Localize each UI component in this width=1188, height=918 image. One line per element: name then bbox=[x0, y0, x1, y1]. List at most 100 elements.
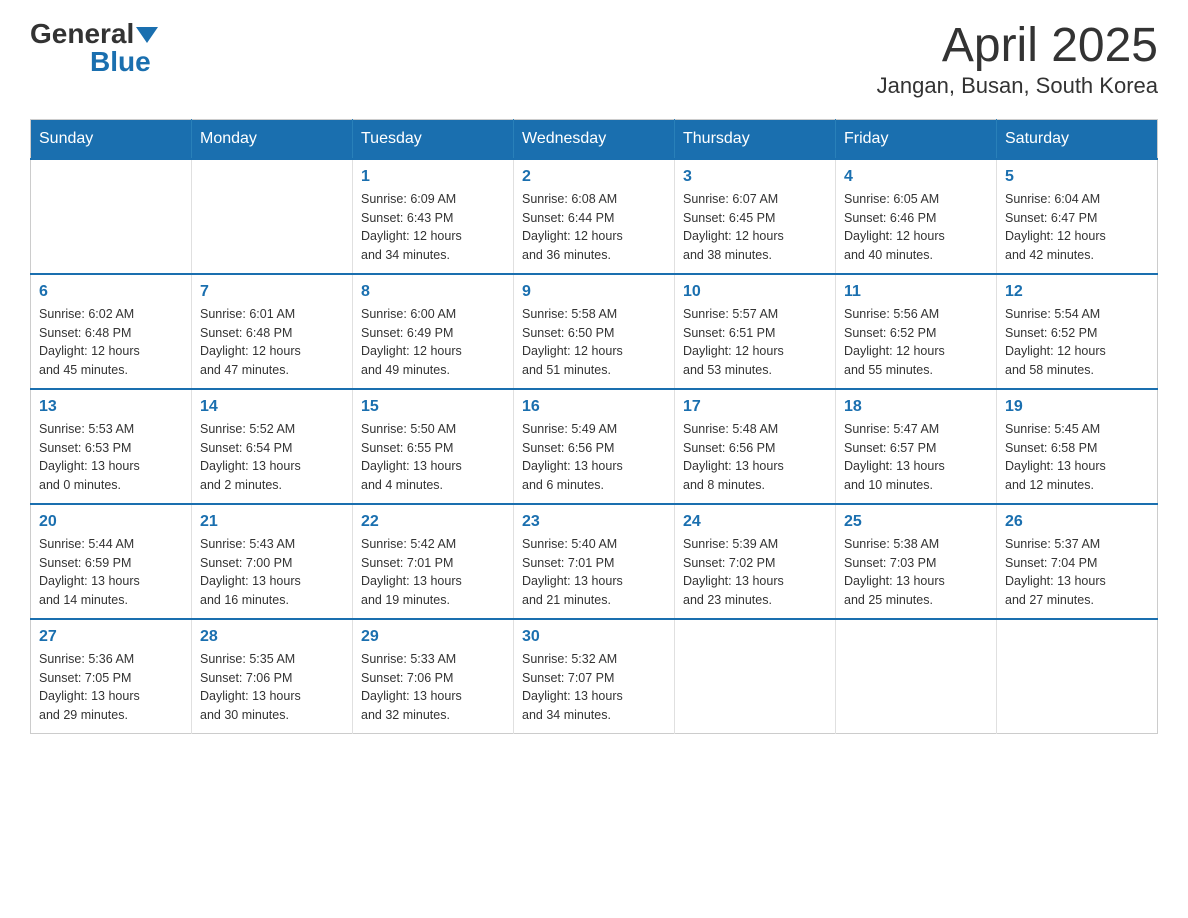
calendar-cell: 28 Sunrise: 5:35 AMSunset: 7:06 PMDayligh… bbox=[192, 619, 353, 734]
calendar-table: SundayMondayTuesdayWednesdayThursdayFrid… bbox=[30, 119, 1158, 734]
day-info: Sunrise: 5:44 AMSunset: 6:59 PMDaylight:… bbox=[39, 535, 183, 610]
calendar-cell: 25 Sunrise: 5:38 AMSunset: 7:03 PMDayligh… bbox=[836, 504, 997, 619]
calendar-cell: 6Sunrise: 6:02 AMSunset: 6:48 PMDaylight… bbox=[31, 274, 192, 389]
day-info: Sunrise: 5:56 AMSunset: 6:52 PMDaylight:… bbox=[844, 305, 988, 380]
logo-blue: Blue bbox=[90, 48, 151, 76]
day-info: Sunrise: 6:00 AMSunset: 6:49 PMDaylight:… bbox=[361, 305, 505, 380]
day-info: Sunrise: 6:04 AMSunset: 6:47 PMDaylight:… bbox=[1005, 190, 1149, 265]
calendar-header-monday: Monday bbox=[192, 119, 353, 159]
day-number: 14 bbox=[200, 398, 344, 416]
day-number: 10 bbox=[683, 283, 827, 301]
day-info: Sunrise: 5:50 AMSunset: 6:55 PMDaylight:… bbox=[361, 420, 505, 495]
day-info: Sunrise: 5:52 AMSunset: 6:54 PMDaylight:… bbox=[200, 420, 344, 495]
calendar-cell: 16Sunrise: 5:49 AMSunset: 6:56 PMDayligh… bbox=[514, 389, 675, 504]
day-info: Sunrise: 5:43 AMSunset: 7:00 PMDaylight:… bbox=[200, 535, 344, 610]
calendar-cell: 18Sunrise: 5:47 AMSunset: 6:57 PMDayligh… bbox=[836, 389, 997, 504]
calendar-cell: 15 Sunrise: 5:50 AMSunset: 6:55 PMDayligh… bbox=[353, 389, 514, 504]
calendar-header-friday: Friday bbox=[836, 119, 997, 159]
day-info: Sunrise: 5:42 AMSunset: 7:01 PMDaylight:… bbox=[361, 535, 505, 610]
day-number: 12 bbox=[1005, 283, 1149, 301]
day-info: Sunrise: 5:35 AMSunset: 7:06 PMDaylight:… bbox=[200, 650, 344, 725]
day-info: Sunrise: 5:37 AMSunset: 7:04 PMDaylight:… bbox=[1005, 535, 1149, 610]
calendar-week-5: 27 Sunrise: 5:36 AMSunset: 7:05 PMDayligh… bbox=[31, 619, 1158, 734]
calendar-week-2: 6Sunrise: 6:02 AMSunset: 6:48 PMDaylight… bbox=[31, 274, 1158, 389]
logo-triangle-icon bbox=[136, 27, 158, 43]
calendar-cell: 12 Sunrise: 5:54 AMSunset: 6:52 PMDayligh… bbox=[997, 274, 1158, 389]
day-number: 8 bbox=[361, 283, 505, 301]
day-number: 6 bbox=[39, 283, 183, 301]
calendar-header-thursday: Thursday bbox=[675, 119, 836, 159]
day-number: 27 bbox=[39, 628, 183, 646]
calendar-cell: 29 Sunrise: 5:33 AMSunset: 7:06 PMDayligh… bbox=[353, 619, 514, 734]
calendar-header-tuesday: Tuesday bbox=[353, 119, 514, 159]
day-number: 21 bbox=[200, 513, 344, 531]
day-number: 2 bbox=[522, 168, 666, 186]
day-number: 1 bbox=[361, 168, 505, 186]
day-info: Sunrise: 5:53 AMSunset: 6:53 PMDaylight:… bbox=[39, 420, 183, 495]
day-number: 18 bbox=[844, 398, 988, 416]
calendar-week-3: 13 Sunrise: 5:53 AMSunset: 6:53 PMDayligh… bbox=[31, 389, 1158, 504]
calendar-cell: 4 Sunrise: 6:05 AMSunset: 6:46 PMDaylight… bbox=[836, 159, 997, 274]
calendar-cell: 14 Sunrise: 5:52 AMSunset: 6:54 PMDayligh… bbox=[192, 389, 353, 504]
calendar-cell: 24 Sunrise: 5:39 AMSunset: 7:02 PMDayligh… bbox=[675, 504, 836, 619]
calendar-cell bbox=[31, 159, 192, 274]
day-info: Sunrise: 6:01 AMSunset: 6:48 PMDaylight:… bbox=[200, 305, 344, 380]
day-info: Sunrise: 6:08 AMSunset: 6:44 PMDaylight:… bbox=[522, 190, 666, 265]
day-number: 15 bbox=[361, 398, 505, 416]
day-number: 7 bbox=[200, 283, 344, 301]
logo-general: General bbox=[30, 20, 134, 48]
day-number: 11 bbox=[844, 283, 988, 301]
calendar-cell: 17 Sunrise: 5:48 AMSunset: 6:56 PMDayligh… bbox=[675, 389, 836, 504]
day-number: 17 bbox=[683, 398, 827, 416]
day-info: Sunrise: 5:38 AMSunset: 7:03 PMDaylight:… bbox=[844, 535, 988, 610]
day-number: 5 bbox=[1005, 168, 1149, 186]
day-number: 23 bbox=[522, 513, 666, 531]
day-number: 4 bbox=[844, 168, 988, 186]
calendar-cell: 9Sunrise: 5:58 AMSunset: 6:50 PMDaylight… bbox=[514, 274, 675, 389]
calendar-cell: 23 Sunrise: 5:40 AMSunset: 7:01 PMDayligh… bbox=[514, 504, 675, 619]
day-info: Sunrise: 5:33 AMSunset: 7:06 PMDaylight:… bbox=[361, 650, 505, 725]
day-number: 26 bbox=[1005, 513, 1149, 531]
day-number: 29 bbox=[361, 628, 505, 646]
day-number: 13 bbox=[39, 398, 183, 416]
calendar-cell: 26 Sunrise: 5:37 AMSunset: 7:04 PMDayligh… bbox=[997, 504, 1158, 619]
calendar-header-row: SundayMondayTuesdayWednesdayThursdayFrid… bbox=[31, 119, 1158, 159]
day-number: 24 bbox=[683, 513, 827, 531]
day-info: Sunrise: 5:49 AMSunset: 6:56 PMDaylight:… bbox=[522, 420, 666, 495]
calendar-cell: 10 Sunrise: 5:57 AMSunset: 6:51 PMDayligh… bbox=[675, 274, 836, 389]
day-number: 30 bbox=[522, 628, 666, 646]
day-info: Sunrise: 6:05 AMSunset: 6:46 PMDaylight:… bbox=[844, 190, 988, 265]
calendar-cell: 2 Sunrise: 6:08 AMSunset: 6:44 PMDaylight… bbox=[514, 159, 675, 274]
day-number: 3 bbox=[683, 168, 827, 186]
day-info: Sunrise: 6:09 AMSunset: 6:43 PMDaylight:… bbox=[361, 190, 505, 265]
calendar-header-saturday: Saturday bbox=[997, 119, 1158, 159]
calendar-header-wednesday: Wednesday bbox=[514, 119, 675, 159]
logo: General Blue bbox=[30, 20, 158, 76]
calendar-cell bbox=[836, 619, 997, 734]
day-number: 19 bbox=[1005, 398, 1149, 416]
calendar-header-sunday: Sunday bbox=[31, 119, 192, 159]
day-info: Sunrise: 6:07 AMSunset: 6:45 PMDaylight:… bbox=[683, 190, 827, 265]
day-number: 28 bbox=[200, 628, 344, 646]
day-info: Sunrise: 5:48 AMSunset: 6:56 PMDaylight:… bbox=[683, 420, 827, 495]
calendar-cell: 3 Sunrise: 6:07 AMSunset: 6:45 PMDaylight… bbox=[675, 159, 836, 274]
day-info: Sunrise: 5:36 AMSunset: 7:05 PMDaylight:… bbox=[39, 650, 183, 725]
day-info: Sunrise: 5:54 AMSunset: 6:52 PMDaylight:… bbox=[1005, 305, 1149, 380]
day-info: Sunrise: 5:39 AMSunset: 7:02 PMDaylight:… bbox=[683, 535, 827, 610]
day-info: Sunrise: 5:58 AMSunset: 6:50 PMDaylight:… bbox=[522, 305, 666, 380]
calendar-week-1: 1 Sunrise: 6:09 AMSunset: 6:43 PMDaylight… bbox=[31, 159, 1158, 274]
day-info: Sunrise: 5:45 AMSunset: 6:58 PMDaylight:… bbox=[1005, 420, 1149, 495]
title-block: April 2025 Jangan, Busan, South Korea bbox=[877, 20, 1158, 99]
calendar-cell: 27 Sunrise: 5:36 AMSunset: 7:05 PMDayligh… bbox=[31, 619, 192, 734]
calendar-cell: 8 Sunrise: 6:00 AMSunset: 6:49 PMDaylight… bbox=[353, 274, 514, 389]
day-number: 22 bbox=[361, 513, 505, 531]
calendar-cell: 13 Sunrise: 5:53 AMSunset: 6:53 PMDayligh… bbox=[31, 389, 192, 504]
day-info: Sunrise: 5:40 AMSunset: 7:01 PMDaylight:… bbox=[522, 535, 666, 610]
page-subtitle: Jangan, Busan, South Korea bbox=[877, 73, 1158, 99]
day-info: Sunrise: 5:57 AMSunset: 6:51 PMDaylight:… bbox=[683, 305, 827, 380]
day-info: Sunrise: 5:32 AMSunset: 7:07 PMDaylight:… bbox=[522, 650, 666, 725]
calendar-cell: 19 Sunrise: 5:45 AMSunset: 6:58 PMDayligh… bbox=[997, 389, 1158, 504]
page-header: General Blue April 2025 Jangan, Busan, S… bbox=[30, 20, 1158, 99]
calendar-cell: 30 Sunrise: 5:32 AMSunset: 7:07 PMDayligh… bbox=[514, 619, 675, 734]
day-number: 25 bbox=[844, 513, 988, 531]
